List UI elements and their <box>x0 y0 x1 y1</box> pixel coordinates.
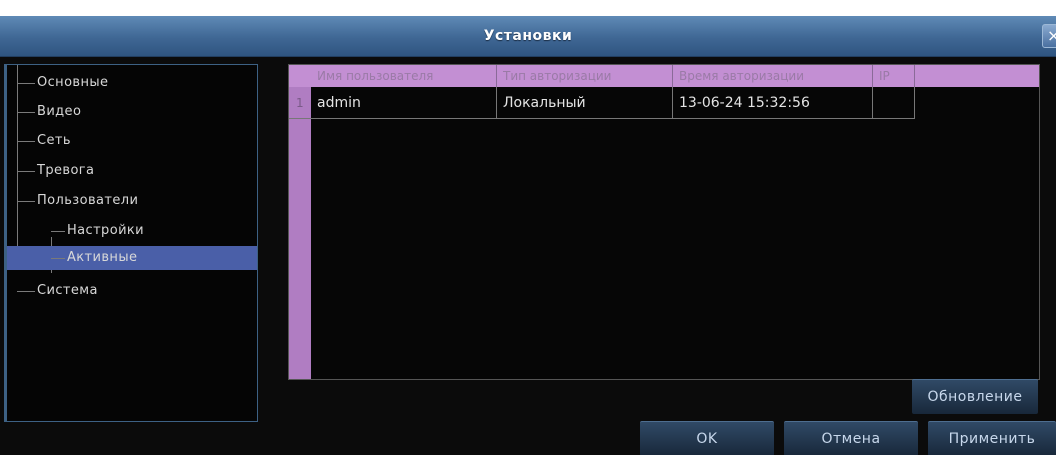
cell-auth-time: 13-06-24 15:32:56 <box>673 87 873 119</box>
cell-auth-type: Локальный <box>497 87 673 119</box>
tree-item-label: Активные <box>67 250 138 265</box>
tree-item-label: Видео <box>37 104 82 119</box>
column-header-auth-time[interactable]: Время авторизации <box>673 65 873 87</box>
column-header-auth-type[interactable]: Тип авторизации <box>497 65 673 87</box>
table-row[interactable]: 1 admin Локальный 13-06-24 15:32:56 <box>289 87 915 119</box>
table-header: Имя пользователя Тип авторизации Время а… <box>289 65 1039 87</box>
settings-window: Установки × Основные Видео Сеть Тревога … <box>0 16 1056 455</box>
tree-item-users[interactable]: Пользователи <box>7 189 257 213</box>
title-bar: Установки × <box>0 16 1056 57</box>
window-title: Установки <box>483 28 573 44</box>
tree-item-label: Система <box>37 283 98 298</box>
tree-item-label: Основные <box>37 75 109 90</box>
tree-item-network[interactable]: Сеть <box>7 129 257 153</box>
cancel-button[interactable]: Отмена <box>784 421 918 455</box>
tree-item-label: Настройки <box>67 223 145 238</box>
cell-ip <box>873 87 915 119</box>
settings-tree: Основные Видео Сеть Тревога Пользователи… <box>4 64 258 422</box>
column-header-username[interactable]: Имя пользователя <box>311 65 497 87</box>
tree-item-label: Сеть <box>37 133 71 148</box>
tree-item-label: Пользователи <box>37 193 139 208</box>
row-index: 1 <box>289 87 311 119</box>
ok-button[interactable]: OK <box>640 421 774 455</box>
tree-item-basic[interactable]: Основные <box>7 71 257 95</box>
cell-username: admin <box>311 87 497 119</box>
tree-item-alarm[interactable]: Тревога <box>7 159 257 183</box>
tree-item-active-users[interactable]: Активные <box>7 246 257 270</box>
apply-button[interactable]: Применить <box>928 421 1056 455</box>
active-users-table: Имя пользователя Тип авторизации Время а… <box>288 64 1040 380</box>
tree-item-label: Тревога <box>37 163 95 178</box>
tree-item-user-settings[interactable]: Настройки <box>7 219 257 243</box>
close-button[interactable]: × <box>1042 24 1056 48</box>
refresh-button[interactable]: Обновление <box>912 379 1038 414</box>
column-header-ip[interactable]: IP <box>873 65 915 87</box>
tree-item-system[interactable]: Система <box>7 279 257 303</box>
tree-item-video[interactable]: Видео <box>7 100 257 124</box>
